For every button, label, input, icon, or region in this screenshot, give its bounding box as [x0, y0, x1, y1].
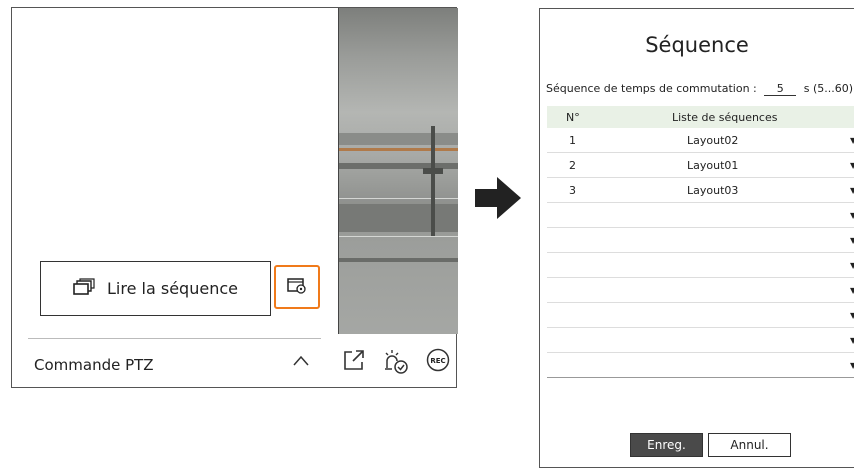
row-layout: Layout02 [687, 134, 739, 147]
column-header-sequence-list: Liste de séquences [672, 111, 778, 124]
sequence-dialog: Séquence Séquence de temps de commutatio… [539, 8, 854, 468]
interval-row: Séquence de temps de commutation : 5 s (… [546, 82, 853, 96]
table-header: N° Liste de séquences [547, 106, 854, 128]
export-icon[interactable] [342, 348, 366, 376]
dropdown-caret-icon[interactable]: ▼ [850, 286, 854, 295]
sequence-settings-button[interactable] [274, 265, 320, 309]
dropdown-caret-icon[interactable]: ▼ [850, 311, 854, 320]
dropdown-caret-icon[interactable]: ▼ [850, 361, 854, 370]
dropdown-caret-icon[interactable]: ▼ [850, 186, 854, 195]
interval-unit: s (5...60) [803, 82, 854, 95]
table-row[interactable]: ▼ [547, 303, 854, 328]
table-row[interactable]: 1 Layout02 ▼ [547, 128, 854, 153]
row-layout: Layout01 [687, 159, 739, 172]
row-number: 3 [569, 184, 576, 197]
table-row[interactable]: ▼ [547, 203, 854, 228]
save-button[interactable]: Enreg. [630, 433, 703, 457]
chevron-up-icon[interactable] [292, 353, 310, 372]
table-row[interactable]: ▼ [547, 228, 854, 253]
dropdown-caret-icon[interactable]: ▼ [850, 211, 854, 220]
arrow-right-icon [475, 176, 523, 224]
svg-text:REC: REC [430, 357, 445, 365]
dropdown-caret-icon[interactable]: ▼ [850, 261, 854, 270]
play-sequence-label: Lire la séquence [107, 279, 238, 298]
table-row[interactable]: 3 Layout03 ▼ [547, 178, 854, 203]
row-layout: Layout03 [687, 184, 739, 197]
live-view-panel: Lire la séquence Commande PTZ REC [11, 7, 458, 388]
alarm-check-icon[interactable] [382, 348, 410, 380]
table-row[interactable]: ▼ [547, 253, 854, 278]
dialog-title: Séquence [645, 33, 749, 57]
rec-icon[interactable]: REC [426, 348, 450, 376]
windows-stack-icon [73, 277, 95, 300]
table-row[interactable]: 2 Layout01 ▼ [547, 153, 854, 178]
dropdown-caret-icon[interactable]: ▼ [850, 236, 854, 245]
table-row[interactable]: ▼ [547, 328, 854, 353]
dropdown-caret-icon[interactable]: ▼ [850, 336, 854, 345]
dropdown-caret-icon[interactable]: ▼ [850, 161, 854, 170]
dropdown-caret-icon[interactable]: ▼ [850, 136, 854, 145]
table-row[interactable]: ▼ [547, 278, 854, 303]
row-number: 2 [569, 159, 576, 172]
interval-label: Séquence de temps de commutation : [546, 82, 757, 95]
ptz-control-label: Commande PTZ [34, 356, 154, 374]
camera-feed[interactable] [338, 8, 458, 334]
divider [28, 338, 321, 339]
play-sequence-button[interactable]: Lire la séquence [40, 261, 271, 316]
sequence-settings-icon [287, 277, 307, 298]
cancel-button[interactable]: Annul. [708, 433, 791, 457]
row-number: 1 [569, 134, 576, 147]
table-row[interactable]: ▼ [547, 353, 854, 378]
column-header-number: N° [566, 111, 580, 124]
interval-input[interactable]: 5 [764, 82, 797, 96]
